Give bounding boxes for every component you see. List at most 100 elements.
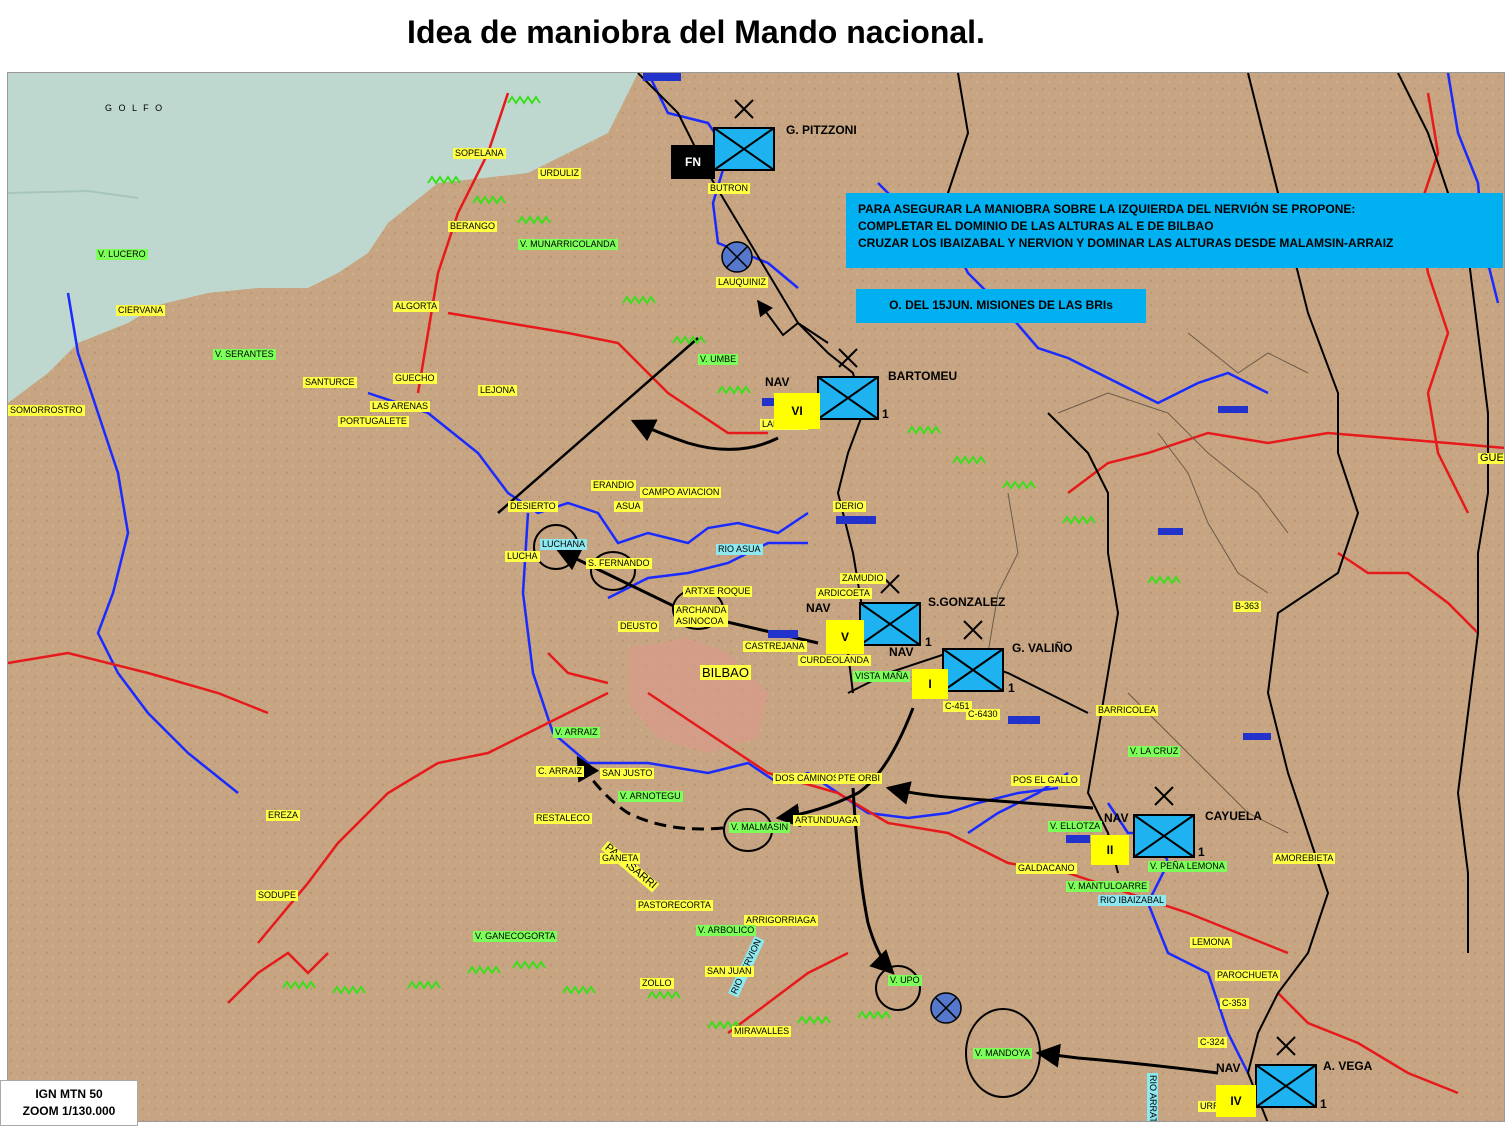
label-serantes: V. SERANTES [213,349,276,360]
label-campo-aviacion: CAMPO AVIACION [640,487,722,498]
label-c353: C-353 [1220,998,1249,1009]
label-artunduaga: ARTUNDUAGA [793,815,860,826]
label-ardicoeta: ARDICOETA [816,588,872,599]
label-umbe: V. UMBE [698,354,739,365]
label-vista-mana: VISTA MAÑA [853,671,911,682]
unit-cayuela-echelon: 1 [1198,845,1205,859]
label-derio: DERIO [833,501,866,512]
unit-cayuela-prefix: NAV [1104,811,1129,825]
label-santurce: SANTURCE [303,377,357,388]
unit-vega-badge: IV [1216,1085,1256,1117]
label-rio-arratia: RIO ARRATIA [1147,1073,1158,1121]
label-galdacano: GALDACANO [1016,863,1077,874]
label-pena-lemona: V. PEÑA LEMONA [1148,861,1227,872]
label-miravalles: MIRAVALLES [732,1026,792,1037]
label-sanjuan: SAN JUAN [705,966,754,977]
label-pastorecorta: PASTORECORTA [636,900,713,911]
label-ganeta: GANETA [600,853,641,864]
label-pos-gallo: POS EL GALLO [1011,775,1080,786]
legend-source: IGN MTN 50 [35,1087,103,1101]
label-erandio: ERANDIO [591,480,637,491]
unit-valino-name: G. VALIÑO [1012,641,1073,655]
unit-vega-prefix: NAV [1216,1061,1241,1075]
label-zamudio: ZAMUDIO [840,573,886,584]
label-parochueta: PAROCHUETA [1215,970,1281,981]
unit-bartomeu-name: BARTOMEU [888,369,958,383]
label-arbolico: V. ARBOLICO [696,925,757,936]
label-deusto: DEUSTO [618,621,660,632]
label-artxe-roque: ARTXE ROQUE [683,586,753,597]
label-luchana: LUCHANA [540,539,588,550]
unit-vega-echelon: 1 [1320,1097,1327,1111]
label-sopelana: SOPELANA [453,148,506,159]
label-dos-caminos: DOS CAMINOS [773,773,842,784]
label-curdeolanda: CURDEOLANDA [798,655,872,666]
unit-gonzalez-badge: V [826,620,864,654]
unit-gonzalez-prefix: NAV [806,601,831,615]
label-ellotza: V. ELLOTZA [1048,821,1103,832]
label-munarricolanda: V. MUNARRICOLANDA [518,239,618,250]
label-vupo: V. UPO [888,975,922,986]
label-lemona: LEMONA [1190,937,1233,948]
label-rio-ibaizabal: RIO IBAIZABAL [1098,895,1167,906]
unit-cayuela-name: CAYUELA [1205,809,1262,823]
callout-main-line-2: COMPLETAR EL DOMINIO DE LAS ALTURAS AL E… [858,219,1214,233]
label-castrejana: CASTREJANA [743,641,807,652]
label-urduliz: URDULIZ [538,168,582,179]
label-amorebieta: AMOREBIETA [1273,853,1336,864]
label-lacruz: V. LA CRUZ [1128,746,1181,757]
callout-main-line-1: PARA ASEGURAR LA MANIOBRA SOBRE LA IZQUI… [858,202,1356,216]
label-zollo: ZOLLO [640,978,674,989]
label-lejona: LEJONA [478,385,518,396]
label-ereza: EREZA [266,810,301,821]
label-restaleco: RESTALECO [534,813,592,824]
page-title: Idea de maniobra del Mando nacional. [407,14,985,50]
label-golfo: G O L F O [105,103,165,113]
unit-valino-badge: I [912,669,948,699]
label-guecho: GUECHO [393,373,437,384]
label-pte-orbi: PTE ORBI [836,773,883,784]
label-varraiz: V. ARRAIZ [553,727,600,738]
label-barricolea: BARRICOLEA [1096,705,1159,716]
label-algorta: ALGORTA [393,301,440,312]
label-lauquiniz: LAUQUINIZ [716,277,769,288]
callout-main: PARA ASEGURAR LA MANIOBRA SOBRE LA IZQUI… [846,193,1503,268]
label-carraiz: C. ARRAIZ [536,766,585,777]
label-c6430: C-6430 [966,709,1000,720]
label-sanjusto: SAN JUSTO [600,768,655,779]
label-b363: B-363 [1233,601,1262,612]
label-mantuloarre: V. MANTULOARRE [1066,881,1150,892]
label-malmasin: V. MALMASIN [729,822,791,833]
map-canvas[interactable]: G O L F O SOPELANA URDULIZ BUTRON BERANG… [7,72,1505,1122]
label-lasarenas: LAS ARENAS [370,401,431,412]
unit-valino-prefix: NAV [889,645,914,659]
label-portugalete: PORTUGALETE [338,416,409,427]
label-sodupe: SODUPE [256,890,299,901]
label-bilbao: BILBAO [700,665,751,680]
unit-vega-name: A. VEGA [1323,1059,1373,1073]
label-ganecogorta: V. GANECOGORTA [473,931,558,942]
label-ciervana: CIERVANA [116,305,166,316]
unit-gonzalez-echelon: 1 [925,635,932,649]
callout-main-line-3: CRUZAR LOS IBAIZABAL Y NERVION Y DOMINAR… [858,236,1394,250]
label-somorrostro: SOMORROSTRO [8,405,85,416]
label-asua: ASUA [614,501,643,512]
map-scale-legend: IGN MTN 50 ZOOM 1/130.000 [0,1080,138,1126]
unit-bartomeu-badge: VI [774,393,820,429]
unit-bartomeu-echelon: 1 [882,407,889,421]
legend-zoom: ZOOM 1/130.000 [22,1104,116,1118]
label-berango: BERANGO [448,221,498,232]
label-archanda: ARCHANDA ASINOCOA [674,605,728,627]
label-lucha: LUCHA [505,551,540,562]
unit-pitzzoni-badge: FN [671,145,715,179]
unit-valino-echelon: 1 [1008,681,1015,695]
label-sfernando: S. FERNANDO [586,558,652,569]
label-guerr: GUERR [1478,453,1504,464]
unit-bartomeu-prefix: NAV [765,375,790,389]
label-c324: C-324 [1198,1037,1227,1048]
unit-cayuela-badge: II [1091,835,1129,865]
unit-pitzzoni-name: G. PITZZONI [786,123,857,137]
label-mandoya: V. MANDOYA [973,1048,1033,1059]
label-desierto: DESIERTO [508,501,558,512]
label-arnotegu: V. ARNOTEGU [618,791,683,802]
